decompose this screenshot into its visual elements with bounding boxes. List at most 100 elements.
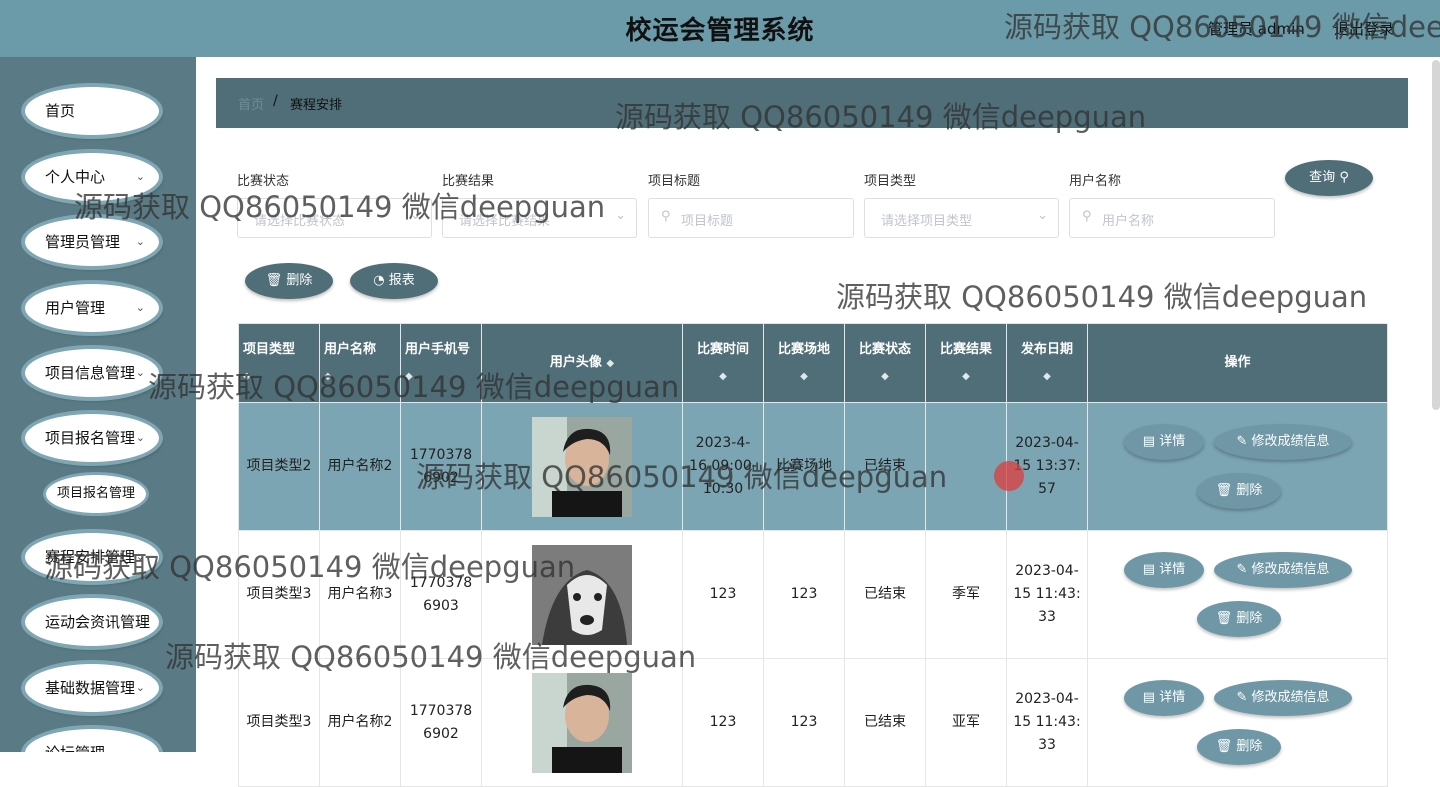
column-header[interactable]: 项目类型 ◆ <box>238 323 320 403</box>
breadcrumb-separator: / <box>273 93 278 109</box>
cell-status: 已结束 <box>844 402 926 531</box>
cell-type: 项目类型3 <box>238 530 320 659</box>
breadcrumb-home[interactable]: 首页 <box>238 94 264 113</box>
sort-icon[interactable]: ◆ <box>1043 371 1051 382</box>
sidebar-item-label: 用户管理 <box>45 299 106 317</box>
sidebar-item-user-mgmt[interactable]: 用户管理 ⌄ <box>25 284 159 332</box>
filter-label-type: 项目类型 <box>864 174 917 189</box>
detail-button[interactable]: ▤ 详情 <box>1124 552 1204 588</box>
sidebar-item-label: 项目报名管理 <box>45 429 136 447</box>
match-result-select[interactable]: 请选择比赛结果 ⌄ <box>442 198 637 238</box>
table-row[interactable]: 项目类型2 用户名称2 17703786902 2023-4-16 09:00-… <box>238 402 1388 531</box>
logout-link[interactable]: 退出登录 <box>1334 18 1394 39</box>
sidebar-item-signup-mgmt[interactable]: 项目报名管理 ⌄ <box>25 414 159 462</box>
edit-score-button[interactable]: ✎ 修改成绩信息 <box>1214 424 1352 460</box>
sidebar-item-home[interactable]: 首页 <box>25 87 159 135</box>
cell-result <box>925 402 1007 531</box>
edit-score-button[interactable]: ✎ 修改成绩信息 <box>1214 552 1352 588</box>
cell-actions: ▤ 详情 ✎ 修改成绩信息 🗑 删除 <box>1087 658 1388 787</box>
column-header[interactable]: 比赛结果 ◆ <box>925 323 1007 403</box>
sidebar-item-label: 个人中心 <box>45 168 106 186</box>
avatar <box>532 544 632 645</box>
sort-icon[interactable]: ◆ <box>800 371 808 382</box>
detail-button[interactable]: ▤ 详情 <box>1124 680 1204 716</box>
top-header: 校运会管理系统 管理员 admin 退出登录 <box>0 0 1440 57</box>
query-button[interactable]: 查询 ⚲ <box>1285 160 1373 196</box>
chevron-down-icon: ⌄ <box>135 681 145 694</box>
report-button[interactable]: ◔ 报表 <box>350 263 438 299</box>
cell-phone: 17703786902 <box>400 402 482 531</box>
chevron-down-icon: ⌄ <box>135 431 145 444</box>
row-delete-button[interactable]: 🗑 删除 <box>1197 729 1281 765</box>
match-status-select[interactable]: 请选择比赛状态 ⌄ <box>237 198 432 238</box>
sidebar-item-label: 首页 <box>45 102 76 120</box>
watermark: 源码获取 QQ86050149 微信deepguan <box>836 280 1368 314</box>
chevron-down-icon: ⌄ <box>410 208 421 223</box>
sidebar-item-basic-data[interactable]: 基础数据管理 ⌄ <box>25 664 159 712</box>
sort-icon[interactable]: ◆ <box>324 371 332 382</box>
project-title-input[interactable]: ⚲ 项目标题 <box>648 198 854 238</box>
column-header[interactable]: 比赛状态 ◆ <box>844 323 926 403</box>
sidebar-item-schedule-mgmt[interactable]: 赛程安排管理 ⌄ <box>25 533 159 581</box>
row-delete-button[interactable]: 🗑 删除 <box>1197 473 1281 509</box>
column-header[interactable]: 比赛时间 ◆ <box>682 323 764 403</box>
chevron-down-icon: ⌄ <box>135 301 145 314</box>
trash-icon: 🗑 <box>265 273 283 288</box>
sort-icon[interactable]: ◆ <box>881 371 889 382</box>
cell-type: 项目类型3 <box>238 658 320 787</box>
document-icon: ▤ <box>1142 562 1156 577</box>
document-icon: ▤ <box>1142 690 1156 705</box>
edit-score-button[interactable]: ✎ 修改成绩信息 <box>1214 680 1352 716</box>
batch-delete-button[interactable]: 🗑 删除 <box>245 263 333 299</box>
chevron-down-icon: ⌄ <box>135 550 145 563</box>
cell-avatar <box>481 530 683 659</box>
sidebar-subitem-signup[interactable]: 项目报名管理 <box>46 475 146 513</box>
cell-type: 项目类型2 <box>238 402 320 531</box>
chevron-down-icon: ⌄ <box>136 729 145 752</box>
chevron-down-icon: ⌄ <box>135 235 145 248</box>
cell-date: 2023-04-15 11:43:33 <box>1006 658 1088 787</box>
sidebar-item-profile[interactable]: 个人中心 ⌄ <box>25 153 159 201</box>
edit-icon: ✎ <box>1236 434 1248 449</box>
project-type-select[interactable]: 请选择项目类型 ⌄ <box>864 198 1059 238</box>
column-header[interactable]: 发布日期 ◆ <box>1006 323 1088 403</box>
sidebar-item-label: 运动会资讯管理 <box>45 613 151 631</box>
sidebar-item-news-mgmt[interactable]: 运动会资讯管理 ⌄ <box>25 598 159 646</box>
column-header[interactable]: 用户头像 ◆ <box>481 323 683 403</box>
report-label: 报表 <box>388 273 415 288</box>
column-header[interactable]: 用户手机号 ◆ <box>400 323 482 403</box>
sidebar-item-forum[interactable]: 论坛管理 ⌄ <box>25 729 159 752</box>
search-icon: ⚲ <box>1082 209 1092 224</box>
column-header[interactable]: 用户名称 ◆ <box>319 323 401 403</box>
search-icon: ⚲ <box>661 209 671 224</box>
placeholder: 请选择比赛状态 <box>254 214 346 229</box>
sort-icon[interactable]: ◆ <box>405 371 413 382</box>
schedule-table: 项目类型 ◆ 用户名称 ◆ 用户手机号 ◆ 用户头像 ◆ 比赛时间 ◆ 比赛场地 ◆ 比… <box>238 323 1388 787</box>
chevron-down-icon: ⌄ <box>615 208 626 223</box>
cell-venue: 123 <box>763 658 845 787</box>
sort-icon[interactable]: ◆ <box>243 371 251 382</box>
sort-icon[interactable]: ◆ <box>606 358 614 369</box>
sidebar-item-project-info[interactable]: 项目信息管理 ⌄ <box>25 349 159 397</box>
table-row[interactable]: 项目类型3 用户名称2 17703786902 123 123 已结束 亚军 2… <box>238 658 1388 787</box>
placeholder: 项目标题 <box>681 214 734 229</box>
row-delete-button[interactable]: 🗑 删除 <box>1197 601 1281 637</box>
chevron-down-icon: ⌄ <box>135 366 145 379</box>
cell-result: 季军 <box>925 530 1007 659</box>
cell-status: 已结束 <box>844 658 926 787</box>
scrollbar[interactable] <box>1432 60 1440 410</box>
sidebar-item-admin-mgmt[interactable]: 管理员管理 ⌄ <box>25 218 159 266</box>
placeholder: 请选择比赛结果 <box>459 214 551 229</box>
table-row[interactable]: 项目类型3 用户名称3 17703786903 123 123 已结束 季军 2… <box>238 530 1388 659</box>
chevron-down-icon: ⌄ <box>1037 208 1048 223</box>
cell-time: 2023-4-16 09:00-10:30 <box>682 402 764 531</box>
column-header[interactable]: 比赛场地 ◆ <box>763 323 845 403</box>
chart-icon: ◔ <box>373 273 385 288</box>
sort-icon[interactable]: ◆ <box>719 371 727 382</box>
cell-date: 2023-04-15 11:43:33 <box>1006 530 1088 659</box>
placeholder: 用户名称 <box>1102 214 1155 229</box>
user-name-input[interactable]: ⚲ 用户名称 <box>1069 198 1275 238</box>
edit-icon: ✎ <box>1236 562 1248 577</box>
sort-icon[interactable]: ◆ <box>962 371 970 382</box>
detail-button[interactable]: ▤ 详情 <box>1124 424 1204 460</box>
